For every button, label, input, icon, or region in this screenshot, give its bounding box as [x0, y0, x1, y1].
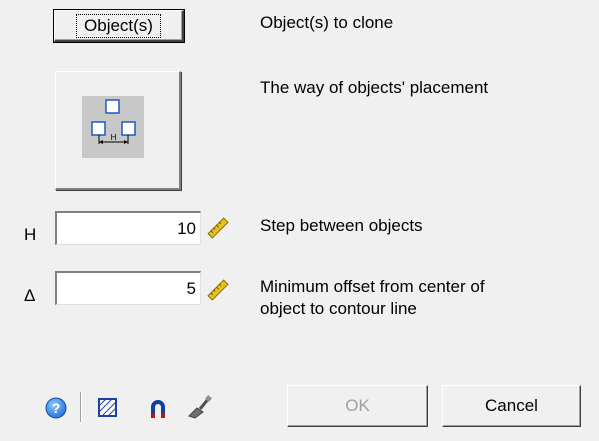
placement-mode-button[interactable]: H [55, 71, 181, 190]
svg-text:?: ? [52, 400, 61, 416]
hatch-settings-icon[interactable] [96, 396, 120, 420]
placement-description: The way of objects' placement [260, 78, 489, 97]
step-description: Step between objects [260, 216, 423, 235]
snap-magnet-icon[interactable] [146, 396, 170, 420]
offset-description-line1: Minimum offset from center of [260, 277, 485, 296]
step-label: H [24, 225, 37, 244]
style-brush-icon[interactable] [187, 394, 213, 419]
cancel-button[interactable]: Cancel [442, 385, 581, 427]
placement-icon-letter: H [111, 133, 117, 142]
offset-measure-ruler-icon[interactable] [206, 278, 230, 302]
step-measure-ruler-icon[interactable] [206, 216, 230, 240]
step-input[interactable] [55, 211, 201, 245]
objects-description: Object(s) to clone [260, 13, 394, 32]
ok-button[interactable]: OK [287, 385, 428, 427]
objects-select-button[interactable]: Object(s) [54, 10, 184, 42]
toolbar-separator [80, 392, 82, 422]
help-icon[interactable]: ? [44, 396, 68, 420]
placement-grid-icon: H [82, 96, 144, 158]
offset-input[interactable] [55, 271, 201, 305]
offset-label: Δ [24, 286, 36, 305]
offset-description-line2: object to contour line [260, 299, 417, 318]
objects-button-label: Object(s) [76, 13, 161, 38]
